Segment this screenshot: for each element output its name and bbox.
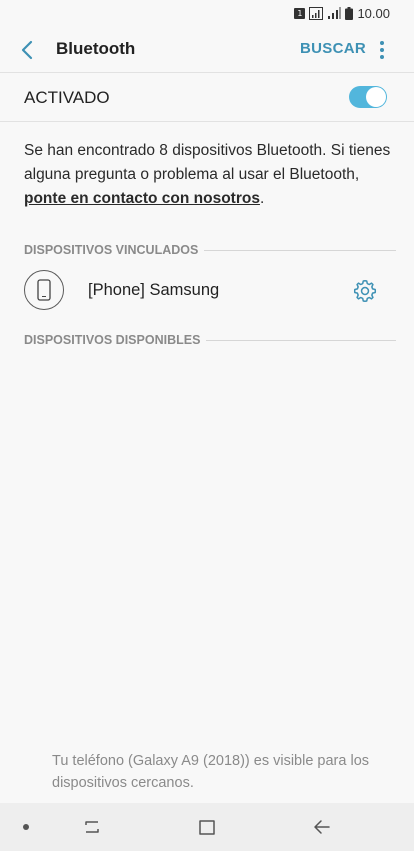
home-icon xyxy=(199,820,215,835)
more-vertical-icon xyxy=(380,41,384,59)
available-devices-header: DISPOSITIVOS DISPONIBLES xyxy=(24,332,396,348)
recents-icon xyxy=(85,821,99,833)
app-bar: Bluetooth BUSCAR xyxy=(0,26,414,72)
paired-devices-header: DISPOSITIVOS VINCULADOS xyxy=(24,242,396,258)
more-options-button[interactable] xyxy=(372,38,392,62)
section-divider xyxy=(206,339,396,341)
available-devices-title: DISPOSITIVOS DISPONIBLES xyxy=(24,333,201,347)
device-settings-button[interactable] xyxy=(352,278,378,304)
device-name: [Phone] Samsung xyxy=(88,281,220,299)
status-bar: 1 10.00 xyxy=(0,0,414,26)
battery-icon xyxy=(345,6,354,20)
toggle-divider xyxy=(0,121,414,122)
signal-strength-icon xyxy=(327,6,342,20)
visibility-note: Tu teléfono (Galaxy A9 (2018)) es visibl… xyxy=(52,753,370,791)
bluetooth-toggle-row[interactable]: ACTIVADO xyxy=(0,73,414,121)
bluetooth-switch[interactable] xyxy=(349,86,387,108)
sim-badge: 1 xyxy=(294,7,306,19)
nav-back-button[interactable] xyxy=(312,817,332,842)
contact-link[interactable]: ponte en contacto con nosotros xyxy=(24,190,260,207)
back-arrow-icon xyxy=(314,820,330,834)
nav-dot-icon[interactable] xyxy=(23,824,29,830)
section-divider xyxy=(204,249,396,251)
info-text-before: Se han encontrado 8 dispositivos Bluetoo… xyxy=(24,142,391,183)
page-title: Bluetooth xyxy=(56,39,136,58)
search-button[interactable]: BUSCAR xyxy=(300,40,366,57)
signal-icon xyxy=(309,6,324,20)
gear-icon xyxy=(353,279,377,303)
toggle-label: ACTIVADO xyxy=(24,88,110,107)
paired-devices-title: DISPOSITIVOS VINCULADOS xyxy=(24,243,199,257)
list-item[interactable]: [Phone] Samsung xyxy=(0,268,414,314)
info-text: Se han encontrado 8 dispositivos Bluetoo… xyxy=(24,139,396,211)
status-time: 10.00 xyxy=(357,5,390,21)
home-button[interactable] xyxy=(197,817,217,842)
recents-button[interactable] xyxy=(82,817,102,842)
back-button[interactable] xyxy=(16,38,40,62)
phone-icon xyxy=(24,270,64,310)
navigation-bar xyxy=(0,803,414,851)
info-text-after: . xyxy=(259,190,265,207)
back-arrow-icon xyxy=(21,40,33,60)
switch-knob xyxy=(366,87,386,107)
